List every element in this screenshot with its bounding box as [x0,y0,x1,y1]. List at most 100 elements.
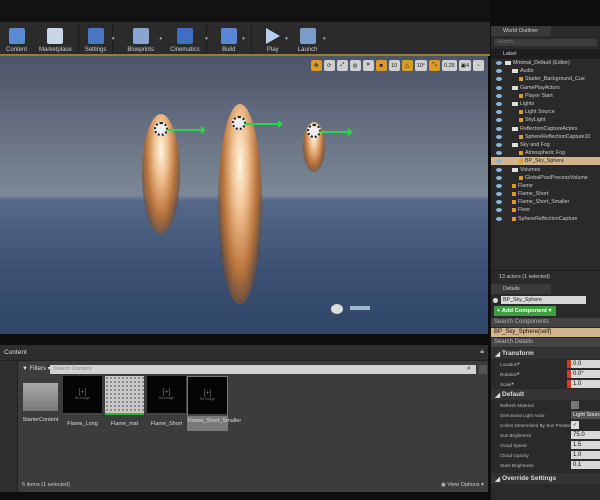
camera-speed[interactable]: ▣ 4 [458,60,471,71]
visibility-eye-icon[interactable] [496,85,502,90]
visibility-eye-icon[interactable] [496,192,502,197]
search-content-input[interactable]: Search Content [50,365,476,374]
directional-light-icon[interactable] [331,304,343,314]
visibility-eye-icon[interactable] [496,61,502,66]
sources-panel-collapsed[interactable] [0,361,18,492]
asset-flame-long[interactable]: [+] No Image Flame_Long [63,376,102,428]
directional-light-dropdown[interactable]: Light Source [571,411,600,419]
asset-flame-short-smaller[interactable]: [+] No Image Flame_Short_Smaller [187,376,241,431]
visibility-eye-icon[interactable] [496,159,502,164]
build-button[interactable]: Build ▾ [215,22,245,53]
visibility-eye-icon[interactable] [496,175,502,180]
cinematics-button[interactable]: Cinematics ▾ [164,22,208,53]
outliner-item[interactable]: Starter_Background_Cue [491,75,600,83]
outliner-item[interactable]: Lights [491,100,600,108]
outliner-item[interactable]: SphereReflectionCapture10 [491,133,600,141]
grid-snap-toggle[interactable]: ■ [375,60,387,71]
launch-button[interactable]: Launch ▾ [292,22,325,53]
stars-brightness-input[interactable]: 0.1 [571,461,600,469]
rotate-tool[interactable]: ⟳ [323,60,335,71]
visibility-eye-icon[interactable] [496,216,502,221]
visibility-eye-icon[interactable] [496,134,502,139]
play-button[interactable]: Play ▾ [260,22,288,53]
outliner-item[interactable]: Sky and Fog [491,141,600,149]
outliner-column-header[interactable]: Label [491,49,600,59]
maximize-viewport[interactable]: ▫ [473,60,484,71]
outliner-item[interactable]: BP_Sky_Sphere [491,157,600,166]
rotation-snap-toggle[interactable]: △ [401,60,413,71]
scale-tool[interactable]: ⤢ [336,60,348,71]
lock-icon[interactable]: 🔒︎ [480,348,484,356]
outliner-item[interactable]: Flame_Short_Smaller [491,198,600,206]
scale-snap-toggle[interactable]: ⤡ [429,60,441,71]
outliner-item[interactable]: Floor [491,206,600,214]
outliner-item[interactable]: Atmospheric Fog [491,149,600,157]
tab-world-outliner[interactable]: World Outliner [491,26,551,36]
rotation-snap-value[interactable]: 10° [414,60,428,71]
view-options-button[interactable]: ◉ View Options ▾ [441,482,484,488]
colors-by-sun-checkbox[interactable]: ✓ [571,421,579,429]
cloud-speed-input[interactable]: 1.5 [571,441,600,449]
content-button[interactable]: Content [0,22,33,53]
scale-x-input[interactable]: 1.0 [571,380,600,388]
visibility-eye-icon[interactable] [496,93,502,98]
visibility-eye-icon[interactable] [496,200,502,205]
visibility-eye-icon[interactable] [496,102,502,107]
outliner-item[interactable]: Audio [491,67,600,75]
surface-snap[interactable]: ⌗ [362,60,374,71]
visibility-eye-icon[interactable] [496,69,502,74]
section-transform[interactable]: ◢ Transform [491,348,600,359]
scale-snap-value[interactable]: 0.25 [442,60,457,71]
search-components-input[interactable]: Search Components [491,318,600,327]
visibility-eye-icon[interactable] [496,208,502,213]
outliner-item[interactable]: Player Start [491,92,600,100]
actor-name-input[interactable]: BP_Sky_Sphere [501,296,586,304]
asset-flame-short[interactable]: [+] No Image Flame_Short [147,376,186,428]
location-x-input[interactable]: 0.0 [571,360,600,368]
flame-effect[interactable] [218,104,262,304]
outliner-item[interactable]: Minimal_Default (Editor) [491,59,600,67]
visibility-eye-icon[interactable] [496,118,502,123]
visibility-eye-icon[interactable] [496,77,502,82]
outliner-item[interactable]: SkyLight [491,116,600,124]
settings-button[interactable]: Settings ▾ [79,22,114,53]
sun-brightness-input[interactable]: 75.0 [571,431,600,439]
outliner-search-input[interactable]: Search... [494,39,597,46]
outliner-item[interactable]: Light Source [491,108,600,116]
visibility-eye-icon[interactable] [496,110,502,115]
asset-startercontent[interactable]: StarterContent [21,376,60,424]
asset-flame-mat[interactable]: Flame_mat [105,376,144,428]
search-details-input[interactable]: Search Details [491,338,600,347]
visibility-eye-icon[interactable] [496,183,502,188]
outliner-item[interactable]: GlobalPostProcessVolume [491,174,600,182]
sky-light-icon[interactable] [350,306,370,310]
outliner-item[interactable]: ReflectionCaptureActors [491,125,600,133]
section-override-settings[interactable]: ◢ Override Settings [491,473,600,484]
section-default[interactable]: ◢ Default [491,389,600,400]
visibility-eye-icon[interactable] [496,126,502,131]
rotation-x-input[interactable]: 0.0° [571,370,600,378]
visibility-eye-icon[interactable] [496,142,502,147]
grid-snap-value[interactable]: 10 [388,60,400,71]
filters-button[interactable]: ▼ Filters ▾ [22,365,51,372]
outliner-item[interactable]: Flame_Short [491,190,600,198]
outliner-item[interactable]: SphereReflectionCapture [491,215,600,223]
outliner-item[interactable]: Flame [491,182,600,190]
details-panel: Details BP_Sky_Sphere + Add Component ▾ … [491,284,600,484]
cloud-opacity-input[interactable]: 1.0 [571,451,600,459]
marketplace-button[interactable]: Marketplace [33,22,78,53]
outliner-item[interactable]: Volumes [491,165,600,173]
visibility-eye-icon[interactable] [496,151,502,156]
content-path[interactable]: Content [4,349,27,356]
tab-details[interactable]: Details [491,284,551,294]
save-search-button[interactable] [479,365,487,374]
translate-tool[interactable]: ✥ [310,60,322,71]
outliner-item[interactable]: GamePlayActors [491,84,600,92]
world-local-toggle[interactable]: ◍ [349,60,361,71]
blueprints-button[interactable]: Blueprints ▾ [121,22,162,53]
level-viewport[interactable]: ✥ ⟳ ⤢ ◍ ⌗ ■ 10 △ 10° ⤡ 0.25 ▣ 4 ▫ [0,56,488,334]
refresh-material-checkbox[interactable] [571,401,579,409]
visibility-eye-icon[interactable] [496,167,502,172]
add-component-button[interactable]: + Add Component ▾ [494,306,556,316]
component-self[interactable]: BP_Sky_Sphere(self) [491,328,600,337]
